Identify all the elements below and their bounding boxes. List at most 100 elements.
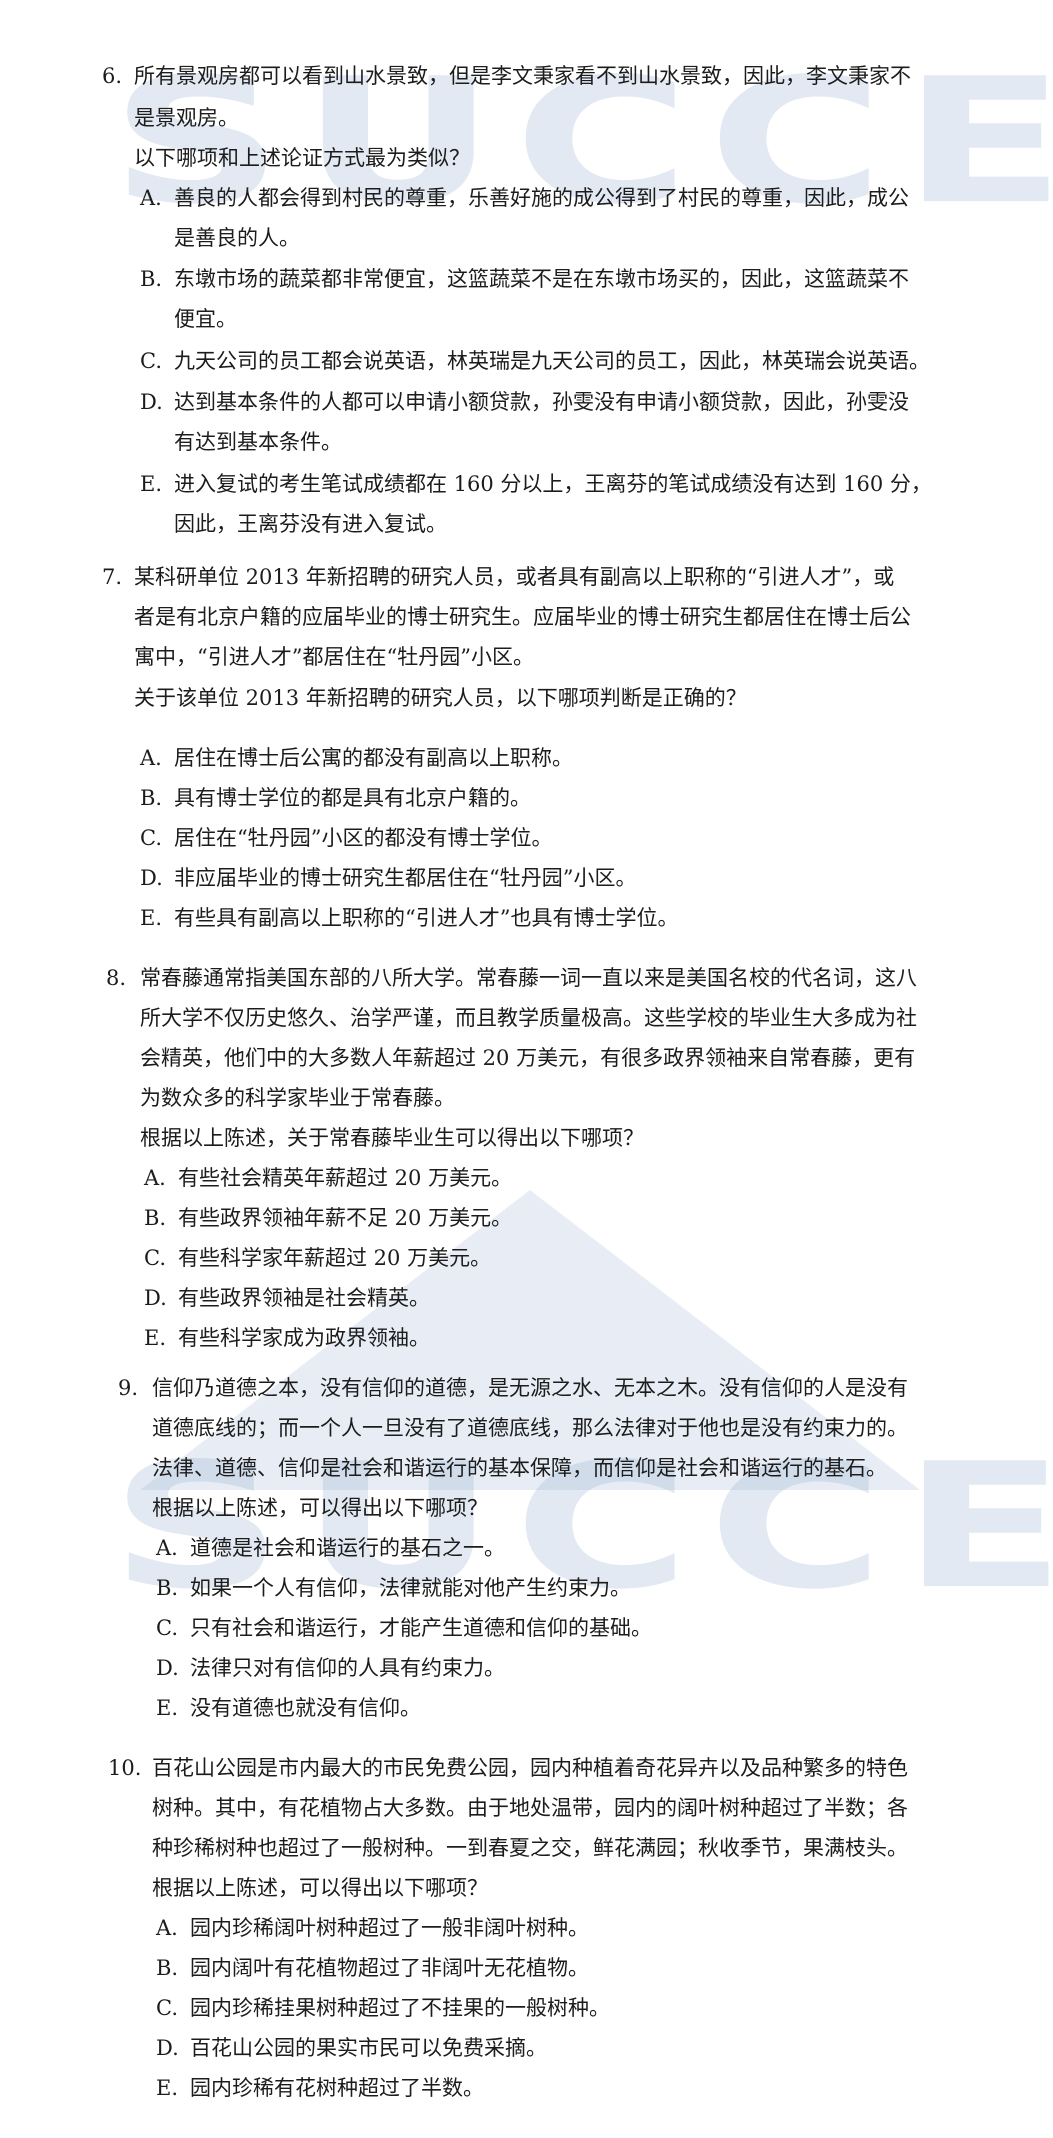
option-d: D. 非应届毕业的博士研究生都居住在“牡丹园”小区。 <box>140 863 636 893</box>
question-number: 7. <box>102 565 123 589</box>
question-stem-line: 会精英，他们中的大多数人年薪超过 20 万美元，有很多政界领袖来自常春藤，更有 <box>140 1046 916 1070</box>
option-b: B. 东墩市场的蔬菜都非常便宜，这篮蔬菜不是在东墩市场买的，因此，这篮蔬菜不 <box>140 264 909 294</box>
option-d: D. 百花山公园的果实市民可以免费采摘。 <box>156 2033 547 2063</box>
option-a: A. 居住在博士后公寓的都没有副高以上职称。 <box>140 743 573 773</box>
option-letter: C. <box>140 826 162 850</box>
option-letter: C. <box>144 1246 166 1270</box>
option-letter: D. <box>156 1656 179 1680</box>
option-c: C. 有些科学家年薪超过 20 万美元。 <box>144 1243 491 1273</box>
option-e: E. 没有道德也就没有信仰。 <box>156 1693 421 1723</box>
question-stem-line: 所大学不仅历史悠久、治学严谨，而且教学质量极高。这些学校的毕业生大多成为社 <box>140 1006 917 1030</box>
option-text: 百花山公园的果实市民可以免费采摘。 <box>190 2036 547 2060</box>
option-letter: C. <box>140 349 162 373</box>
question-stem-line: 者是有北京户籍的应届毕业的博士研究生。应届毕业的博士研究生都居住在博士后公 <box>134 605 911 629</box>
question-stem-line: 道德底线的；而一个人一旦没有了道德底线，那么法律对于他也是没有约束力的。 <box>152 1416 908 1440</box>
option-letter: E. <box>144 1326 167 1350</box>
option-letter: B. <box>156 1956 179 1980</box>
question-number: 9. <box>118 1376 139 1400</box>
option-e: E. 进入复试的考生笔试成绩都在 160 分以上，王离芬的笔试成绩没有达到 160… <box>140 469 932 499</box>
option-b: B. 有些政界领袖年薪不足 20 万美元。 <box>144 1203 512 1233</box>
option-text: 只有社会和谐运行，才能产生道德和信仰的基础。 <box>190 1616 652 1640</box>
question-number: 8. <box>106 966 127 990</box>
question-stem-line: 信仰乃道德之本，没有信仰的道德，是无源之水、无本之木。没有信仰的人是没有 <box>152 1376 908 1400</box>
option-letter: C. <box>156 1616 178 1640</box>
option-a: A. 善良的人都会得到村民的尊重，乐善好施的成公得到了村民的尊重，因此，成公 <box>140 183 909 213</box>
option-text: 有些科学家年薪超过 20 万美元。 <box>178 1246 492 1270</box>
option-letter: A. <box>140 746 162 770</box>
exam-page: SUCCESS SUCCESS 6. 所有景观房都可以看到山水景致，但是李文秉家… <box>0 0 1053 2138</box>
option-text: 如果一个人有信仰，法律就能对他产生约束力。 <box>190 1576 631 1600</box>
option-letter: A. <box>144 1166 166 1190</box>
option-letter: B. <box>156 1576 179 1600</box>
question-stem-line: 种珍稀树种也超过了一般树种。一到春夏之交，鲜花满园；秋收季节，果满枝头。 <box>152 1836 908 1860</box>
option-text: 具有博士学位的都是具有北京户籍的。 <box>174 786 531 810</box>
option-letter: A. <box>156 1916 178 1940</box>
option-text: 进入复试的考生笔试成绩都在 160 分以上，王离芬的笔试成绩没有达到 160 分… <box>174 472 932 496</box>
question-prompt: 根据以上陈述，可以得出以下哪项？ <box>152 1496 488 1520</box>
option-letter: D. <box>144 1286 167 1310</box>
question-stem-line: 树种。其中，有花植物占大多数。由于地处温带，园内的阔叶树种超过了半数；各 <box>152 1796 908 1820</box>
option-letter: E. <box>156 1696 179 1720</box>
option-e: E. 园内珍稀有花树种超过了半数。 <box>156 2073 484 2103</box>
question-stem-line: 寓中，“引进人才”都居住在“牡丹园”小区。 <box>134 645 534 669</box>
option-c: C. 园内珍稀挂果树种超过了不挂果的一般树种。 <box>156 1993 610 2023</box>
option-text: 园内珍稀挂果树种超过了不挂果的一般树种。 <box>190 1996 610 2020</box>
option-text: 有些政界领袖年薪不足 20 万美元。 <box>178 1206 513 1230</box>
question-stem-line: 某科研单位 2013 年新招聘的研究人员，或者具有副高以上职称的“引进人才”，或 <box>134 565 895 589</box>
question-stem-line: 法律、道德、信仰是社会和谐运行的基本保障，而信仰是社会和谐运行的基石。 <box>152 1456 887 1480</box>
option-text: 有些科学家成为政界领袖。 <box>178 1326 430 1350</box>
option-letter: E. <box>140 472 163 496</box>
option-continuation: 是善良的人。 <box>174 226 300 250</box>
option-text: 园内珍稀阔叶树种超过了一般非阔叶树种。 <box>190 1916 589 1940</box>
option-continuation: 便宜。 <box>174 307 237 331</box>
option-letter: C. <box>156 1996 178 2020</box>
question-prompt: 以下哪项和上述论证方式最为类似？ <box>134 146 470 170</box>
option-text: 园内珍稀有花树种超过了半数。 <box>190 2076 484 2100</box>
option-text: 园内阔叶有花植物超过了非阔叶无花植物。 <box>190 1956 589 1980</box>
option-letter: D. <box>140 866 163 890</box>
option-text: 九天公司的员工都会说英语，林英瑞是九天公司的员工，因此，林英瑞会说英语。 <box>174 349 930 373</box>
option-e: E. 有些科学家成为政界领袖。 <box>144 1323 430 1353</box>
option-letter: B. <box>140 786 163 810</box>
question-prompt: 根据以上陈述，关于常春藤毕业生可以得出以下哪项？ <box>140 1126 644 1150</box>
option-b: B. 如果一个人有信仰，法律就能对他产生约束力。 <box>156 1573 631 1603</box>
option-letter: E. <box>156 2076 179 2100</box>
option-b: B. 具有博士学位的都是具有北京户籍的。 <box>140 783 531 813</box>
option-c: C. 九天公司的员工都会说英语，林英瑞是九天公司的员工，因此，林英瑞会说英语。 <box>140 346 930 376</box>
option-text: 没有道德也就没有信仰。 <box>190 1696 421 1720</box>
question-stem-line: 所有景观房都可以看到山水景致，但是李文秉家看不到山水景致，因此，李文秉家不 <box>134 64 911 88</box>
option-c: C. 居住在“牡丹园”小区的都没有博士学位。 <box>140 823 552 853</box>
option-letter: B. <box>144 1206 167 1230</box>
option-text: 法律只对有信仰的人具有约束力。 <box>190 1656 505 1680</box>
option-c: C. 只有社会和谐运行，才能产生道德和信仰的基础。 <box>156 1613 652 1643</box>
option-letter: A. <box>156 1536 178 1560</box>
question-stem-line: 为数众多的科学家毕业于常春藤。 <box>140 1086 455 1110</box>
question-number: 6. <box>102 64 123 88</box>
question-prompt: 根据以上陈述，可以得出以下哪项？ <box>152 1876 488 1900</box>
option-text: 善良的人都会得到村民的尊重，乐善好施的成公得到了村民的尊重，因此，成公 <box>174 186 909 210</box>
question-stem-line: 是景观房。 <box>134 106 239 130</box>
option-continuation: 有达到基本条件。 <box>174 430 342 454</box>
option-letter: D. <box>156 2036 179 2060</box>
question-prompt: 关于该单位 2013 年新招聘的研究人员，以下哪项判断是正确的？ <box>134 686 747 710</box>
option-text: 非应届毕业的博士研究生都居住在“牡丹园”小区。 <box>174 866 637 890</box>
question-number: 10. <box>108 1756 142 1780</box>
option-text: 东墩市场的蔬菜都非常便宜，这篮蔬菜不是在东墩市场买的，因此，这篮蔬菜不 <box>174 267 909 291</box>
option-text: 居住在博士后公寓的都没有副高以上职称。 <box>174 746 573 770</box>
option-a: A. 有些社会精英年薪超过 20 万美元。 <box>144 1163 512 1193</box>
option-text: 有些具有副高以上职称的“引进人才”也具有博士学位。 <box>174 906 679 930</box>
option-a: A. 园内珍稀阔叶树种超过了一般非阔叶树种。 <box>156 1913 589 1943</box>
option-text: 达到基本条件的人都可以申请小额贷款，孙雯没有申请小额贷款，因此，孙雯没 <box>174 390 909 414</box>
option-d: D. 法律只对有信仰的人具有约束力。 <box>156 1653 505 1683</box>
question-stem-line: 常春藤通常指美国东部的八所大学。常春藤一词一直以来是美国名校的代名词，这八 <box>140 966 917 990</box>
option-d: D. 达到基本条件的人都可以申请小额贷款，孙雯没有申请小额贷款，因此，孙雯没 <box>140 387 909 417</box>
option-letter: E. <box>140 906 163 930</box>
option-e: E. 有些具有副高以上职称的“引进人才”也具有博士学位。 <box>140 903 678 933</box>
option-letter: D. <box>140 390 163 414</box>
option-text: 有些社会精英年薪超过 20 万美元。 <box>178 1166 513 1190</box>
option-text: 有些政界领袖是社会精英。 <box>178 1286 430 1310</box>
option-letter: A. <box>140 186 162 210</box>
option-text: 道德是社会和谐运行的基石之一。 <box>190 1536 505 1560</box>
option-d: D. 有些政界领袖是社会精英。 <box>144 1283 430 1313</box>
question-stem-line: 百花山公园是市内最大的市民免费公园，园内种植着奇花异卉以及品种繁多的特色 <box>152 1756 908 1780</box>
